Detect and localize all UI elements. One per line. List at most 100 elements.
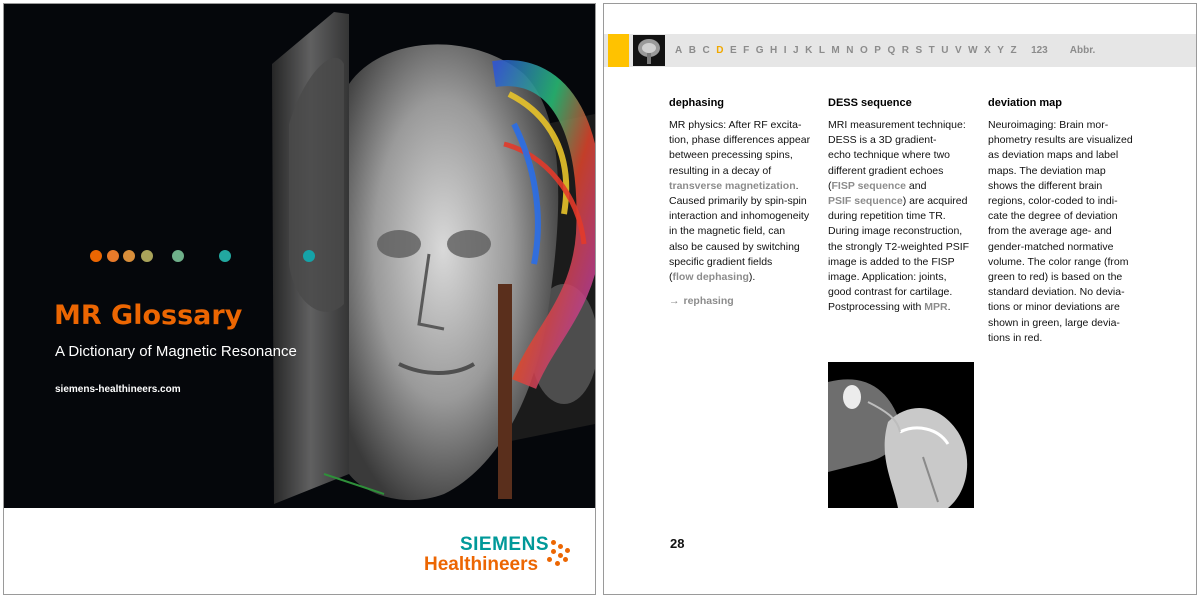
alphabet-letter-e[interactable]: E	[730, 45, 737, 56]
alphabet-tab-numbers[interactable]: 123	[1031, 45, 1048, 56]
definition-line: specific gradient fields	[669, 255, 773, 268]
decorative-dot	[219, 250, 231, 262]
alphabet-letter-g[interactable]: G	[756, 45, 764, 56]
definition-line: shown in green, large devia-	[988, 316, 1120, 329]
cover-image-3d-head-tractography: MR Glossary A Dictionary of Magnetic Res…	[4, 4, 595, 508]
page-number: 28	[670, 536, 685, 551]
alphabet-letter-j[interactable]: J	[793, 45, 799, 56]
definition-line: tions in red.	[988, 331, 1043, 344]
alphabet-letter-c[interactable]: C	[702, 45, 709, 56]
definition-line: standard deviation. No devia-	[988, 286, 1125, 299]
definition-line: Caused primarily by spin-spin	[669, 195, 807, 208]
section-accent-tab	[608, 34, 629, 67]
cross-reference-link[interactable]: transverse magnetization	[669, 180, 796, 192]
cross-reference-link[interactable]: flow dephasing	[673, 271, 749, 283]
see-also-link[interactable]: → rephasing	[669, 295, 817, 307]
alphabet-letter-n[interactable]: N	[846, 45, 853, 56]
definition-line: Neuroimaging: Brain mor-	[988, 119, 1109, 131]
cross-reference-link[interactable]: MPR	[924, 301, 947, 313]
alphabet-letter-y[interactable]: Y	[997, 45, 1004, 56]
definition-line: MR physics: After RF excita-	[669, 119, 802, 131]
alphabet-letter-r[interactable]: R	[902, 45, 909, 56]
cover-dot-row	[90, 250, 330, 266]
definition-line: as deviation maps and label	[988, 149, 1119, 162]
definition-line: also be caused by switching	[669, 240, 800, 253]
alphabet-letter-p[interactable]: P	[874, 45, 881, 56]
cover-url-link[interactable]: siemens-healthineers.com	[55, 384, 181, 395]
decorative-dot	[303, 250, 315, 262]
cross-reference-link[interactable]: FISP sequence	[832, 180, 907, 192]
definition-line: maps. The deviation map	[988, 164, 1106, 177]
alphabet-letter-x[interactable]: X	[984, 45, 991, 56]
definition-line: resulting in a decay of	[669, 164, 772, 177]
cover-subtitle: A Dictionary of Magnetic Resonance	[55, 343, 297, 360]
definition-line: in the magnetic field, can	[669, 225, 786, 238]
decorative-dot	[141, 250, 153, 262]
glossary-entry-dess-sequence: DESS sequence MRI measurement technique:…	[828, 97, 976, 316]
definition-line: echo technique where two	[828, 149, 950, 162]
definition-line: Postprocessing with MPR.	[828, 301, 951, 314]
definition-line: between precessing spins,	[669, 149, 793, 162]
alphabet-letter-l[interactable]: L	[819, 45, 825, 56]
decorative-dot	[90, 250, 102, 262]
glossary-page: A B C D E F G H I J K L M N O P Q R S T U V W X Y Z 123 Abbr. depha…	[603, 3, 1197, 595]
logo-healthineers-text: Healthineers	[424, 554, 539, 575]
definition-line: volume. The color range (from	[988, 255, 1129, 268]
definition-line: green to red) is based on the	[988, 271, 1123, 284]
alphabet-index-bar: A B C D E F G H I J K L M N O P Q R S T U V W X Y Z 123 Abbr.	[604, 34, 1196, 67]
knee-mri-image	[828, 362, 974, 508]
definition-line: transverse magnetization.	[669, 179, 799, 192]
logo-dots-icon	[547, 540, 573, 570]
alphabet-tab-abbreviations[interactable]: Abbr.	[1070, 45, 1096, 56]
definition-line: (FISP sequence and	[828, 179, 927, 192]
alphabet-letter-v[interactable]: V	[955, 45, 962, 56]
definition-line: tions or minor deviations are	[988, 301, 1120, 314]
arrow-right-icon: →	[669, 295, 680, 308]
alphabet-letter-s[interactable]: S	[915, 45, 922, 56]
alphabet-letter-z[interactable]: Z	[1010, 45, 1016, 56]
alphabet-letter-t[interactable]: T	[929, 45, 935, 56]
siemens-healthineers-logo: SIEMENS Healthineers	[424, 534, 584, 580]
definition-line: image. Application: joints,	[828, 271, 947, 284]
definition-line: from the average age- and	[988, 225, 1112, 238]
cross-reference-link[interactable]: PSIF sequence	[828, 195, 903, 207]
alphabet-letter-k[interactable]: K	[805, 45, 812, 56]
definition-line: different gradient echoes	[828, 164, 944, 177]
alphabet-letter-q[interactable]: Q	[887, 45, 895, 56]
glossary-entry-dephasing: dephasing MR physics: After RF excita-ti…	[669, 97, 817, 307]
alphabet-letter-h[interactable]: H	[770, 45, 777, 56]
alphabet-letter-u[interactable]: U	[941, 45, 948, 56]
alphabet-letter-d[interactable]: D	[716, 45, 723, 56]
alphabet-letter-f[interactable]: F	[743, 45, 749, 56]
definition-line: regions, color-coded to indi-	[988, 195, 1118, 208]
brain-thumbnail-icon	[633, 35, 665, 66]
cover-title: MR Glossary	[54, 300, 243, 331]
cover-page: MR Glossary A Dictionary of Magnetic Res…	[3, 3, 596, 595]
definition-line: during repetition time TR.	[828, 210, 946, 223]
see-also-label: rephasing	[683, 295, 734, 308]
alphabet-letter-i[interactable]: I	[784, 45, 787, 56]
definition-line: image is added to the FISP	[828, 255, 955, 268]
alphabet-letter-o[interactable]: O	[860, 45, 868, 56]
entry-term: deviation map	[988, 97, 1062, 109]
definition-line: interaction and inhomogeneity	[669, 210, 810, 223]
entry-term: dephasing	[669, 97, 725, 109]
definition-line: phometry results are visualized	[988, 134, 1133, 147]
decorative-dot	[123, 250, 135, 262]
alphabet-letter-w[interactable]: W	[968, 45, 977, 56]
definition-line: tion, phase differences appear	[669, 134, 811, 147]
logo-siemens-text: SIEMENS	[459, 534, 549, 555]
definition-line: During image reconstruction,	[828, 225, 963, 238]
alphabet-letter-b[interactable]: B	[689, 45, 696, 56]
definition-line: cate the degree of deviation	[988, 210, 1118, 223]
glossary-entry-deviation-map: deviation map Neuroimaging: Brain mor-ph…	[988, 97, 1136, 346]
definition-line: gender-matched normative	[988, 240, 1114, 253]
definition-line: MRI measurement technique:	[828, 119, 966, 131]
alphabet-letter-m[interactable]: M	[831, 45, 839, 56]
definition-line: the strongly T2-weighted PSIF	[828, 240, 970, 253]
alphabet-letter-a[interactable]: A	[675, 45, 682, 56]
definition-line: DESS is a 3D gradient-	[828, 134, 937, 147]
decorative-dot	[172, 250, 184, 262]
entry-definition: MR physics: After RF excita-tion, phase …	[669, 118, 817, 285]
decorative-dot	[107, 250, 119, 262]
